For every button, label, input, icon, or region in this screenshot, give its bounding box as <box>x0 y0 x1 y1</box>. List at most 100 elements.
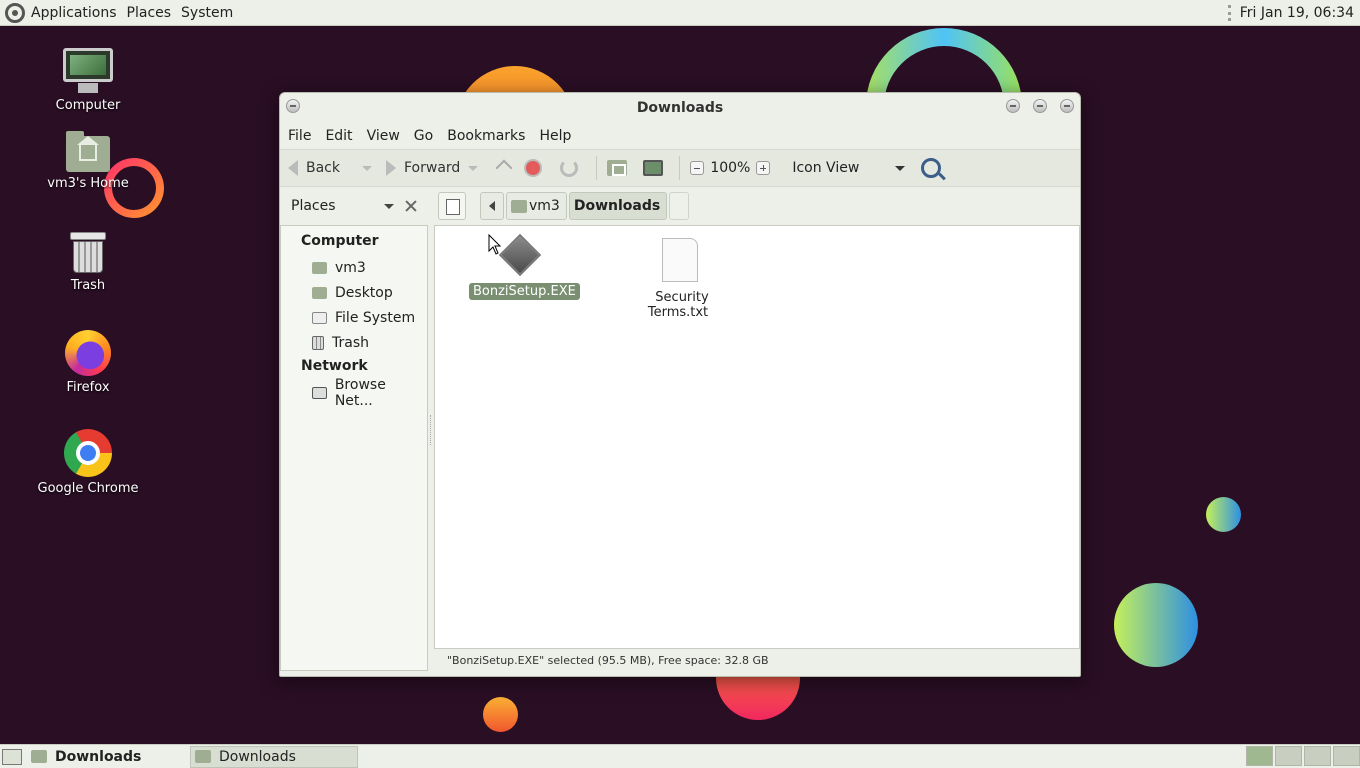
forward-history-dropdown-icon[interactable] <box>468 165 479 171</box>
places-label: Places <box>291 198 336 214</box>
firefox-icon <box>65 330 111 376</box>
minimize-icon[interactable] <box>1006 99 1020 113</box>
workspace-3[interactable] <box>1304 746 1331 766</box>
places-menu[interactable]: Places <box>127 5 172 21</box>
drive-icon <box>312 311 327 324</box>
menu-edit[interactable]: Edit <box>325 128 352 144</box>
file-label: BonziSetup.EXE <box>469 283 580 300</box>
text-file-icon <box>662 238 698 282</box>
status-bar: "BonziSetup.EXE" selected (95.5 MB), Fre… <box>447 654 769 667</box>
desktop-icon-trash[interactable]: Trash <box>28 232 148 293</box>
toolbar-separator <box>596 156 598 180</box>
close-icon[interactable] <box>1060 99 1074 113</box>
taskbar-item-downloads-2[interactable]: Downloads <box>190 745 358 768</box>
home-folder-icon <box>66 131 110 172</box>
desktop-icon-label: vm3's Home <box>47 176 129 191</box>
places-sidebar: Computer vm3 Desktop File System Trash N… <box>280 225 428 671</box>
search-icon[interactable] <box>921 158 942 178</box>
sidebar-selector[interactable]: Places <box>280 198 428 214</box>
show-desktop-icon[interactable] <box>2 748 22 765</box>
sidebar-item-trash[interactable]: Trash <box>281 330 427 355</box>
up-arrow-icon[interactable] <box>495 159 513 177</box>
distro-logo-icon[interactable] <box>5 2 25 23</box>
sidebar-item-label: File System <box>335 309 416 326</box>
taskbar-item-label: Downloads <box>55 748 142 765</box>
desktop-icon-label: Google Chrome <box>37 481 139 496</box>
trash-icon <box>70 232 106 274</box>
applications-menu[interactable]: Applications <box>31 5 117 21</box>
chevron-down-icon[interactable] <box>384 203 394 209</box>
file-item-bonzisetup[interactable]: BonziSetup.EXE <box>469 233 580 300</box>
sidebar-item-desktop[interactable]: Desktop <box>281 280 427 305</box>
forward-button[interactable]: Forward <box>386 160 460 176</box>
sidebar-item-label: Trash <box>332 334 369 351</box>
sidebar-item-label: Desktop <box>335 284 393 301</box>
home-folder-icon <box>312 261 327 274</box>
background-small-orange-circle <box>483 697 518 732</box>
menu-view[interactable]: View <box>367 128 400 144</box>
workspace-2[interactable] <box>1275 746 1302 766</box>
reload-icon[interactable] <box>560 159 579 177</box>
sidebar-item-label: Browse Net... <box>334 376 386 409</box>
system-menu[interactable]: System <box>181 5 233 21</box>
desktop-icon-computer[interactable]: Computer <box>28 48 148 113</box>
sidebar-item-label: vm3 <box>335 259 366 276</box>
sidebar-item-file-system[interactable]: File System <box>281 305 427 330</box>
breadcrumb-label: Downloads <box>573 198 661 214</box>
maximize-icon[interactable] <box>1033 99 1047 113</box>
executable-icon <box>498 233 542 277</box>
back-button[interactable]: Back <box>288 160 340 176</box>
home-icon[interactable] <box>607 160 628 176</box>
window-title: Downloads <box>636 100 724 116</box>
breadcrumb-right-button[interactable] <box>669 192 690 220</box>
computer-icon <box>63 48 113 94</box>
edit-location-icon[interactable] <box>438 192 466 220</box>
computer-icon[interactable] <box>643 160 664 176</box>
file-label: Security Terms.txt <box>647 290 709 320</box>
top-panel: Applications Places System Fri Jan 19, 0… <box>0 0 1360 26</box>
breadcrumb-downloads[interactable]: Downloads <box>568 192 668 220</box>
window-titlebar[interactable]: Downloads <box>280 93 1080 123</box>
stop-icon[interactable] <box>524 159 543 177</box>
toolbar-separator <box>679 156 681 180</box>
menu-bookmarks[interactable]: Bookmarks <box>447 128 525 144</box>
breadcrumb-label: vm3 <box>529 198 560 214</box>
panel-grip-handle[interactable] <box>1227 4 1232 21</box>
back-arrow-icon <box>288 160 298 176</box>
file-manager-window: Downloads File Edit View Go Bookmarks He… <box>279 92 1081 677</box>
workspace-1[interactable] <box>1246 746 1273 766</box>
window-content: Computer vm3 Desktop File System Trash N… <box>280 225 1080 677</box>
sidebar-item-vm3[interactable]: vm3 <box>281 255 427 280</box>
menu-go[interactable]: Go <box>414 128 433 144</box>
view-mode-select[interactable]: Icon View <box>792 160 859 176</box>
menu-file[interactable]: File <box>288 128 311 144</box>
desktop-icon-home[interactable]: vm3's Home <box>28 131 148 191</box>
desktop-icon-label: Computer <box>55 98 121 113</box>
workspace-4[interactable] <box>1333 746 1360 766</box>
toolbar: Back Forward 100% Icon View <box>280 149 1080 187</box>
icon-view[interactable]: BonziSetup.EXE Security Terms.txt <box>434 225 1080 649</box>
desktop-icon-chrome[interactable]: Google Chrome <box>28 420 148 496</box>
taskbar-item-label: Downloads <box>219 748 296 765</box>
zoom-out-icon[interactable] <box>690 161 705 175</box>
breadcrumb-vm3[interactable]: vm3 <box>506 192 567 220</box>
background-small-blue-circle <box>1206 497 1241 532</box>
clock[interactable]: Fri Jan 19, 06:34 <box>1240 5 1354 21</box>
taskbar-item-downloads[interactable]: Downloads <box>26 746 186 768</box>
desktop-icon-firefox[interactable]: Firefox <box>28 330 148 395</box>
view-mode-dropdown-icon[interactable] <box>895 165 906 171</box>
desktop-icon-label: Firefox <box>66 380 110 395</box>
breadcrumb-left-button[interactable] <box>480 192 504 220</box>
file-item-security-terms[interactable]: Security Terms.txt <box>625 238 735 320</box>
mouse-cursor-icon <box>488 234 502 255</box>
folder-icon <box>195 750 211 763</box>
zoom-in-icon[interactable] <box>756 161 771 175</box>
menu-help[interactable]: Help <box>539 128 571 144</box>
back-label: Back <box>306 160 340 176</box>
back-history-dropdown-icon[interactable] <box>362 165 372 171</box>
close-sidebar-icon[interactable] <box>404 199 418 213</box>
sidebar-item-browse-network[interactable]: Browse Net... <box>281 377 427 409</box>
sidebar-header-computer: Computer <box>301 233 379 249</box>
background-large-blue-circle <box>1114 583 1198 667</box>
window-menu-icon[interactable] <box>286 99 300 113</box>
